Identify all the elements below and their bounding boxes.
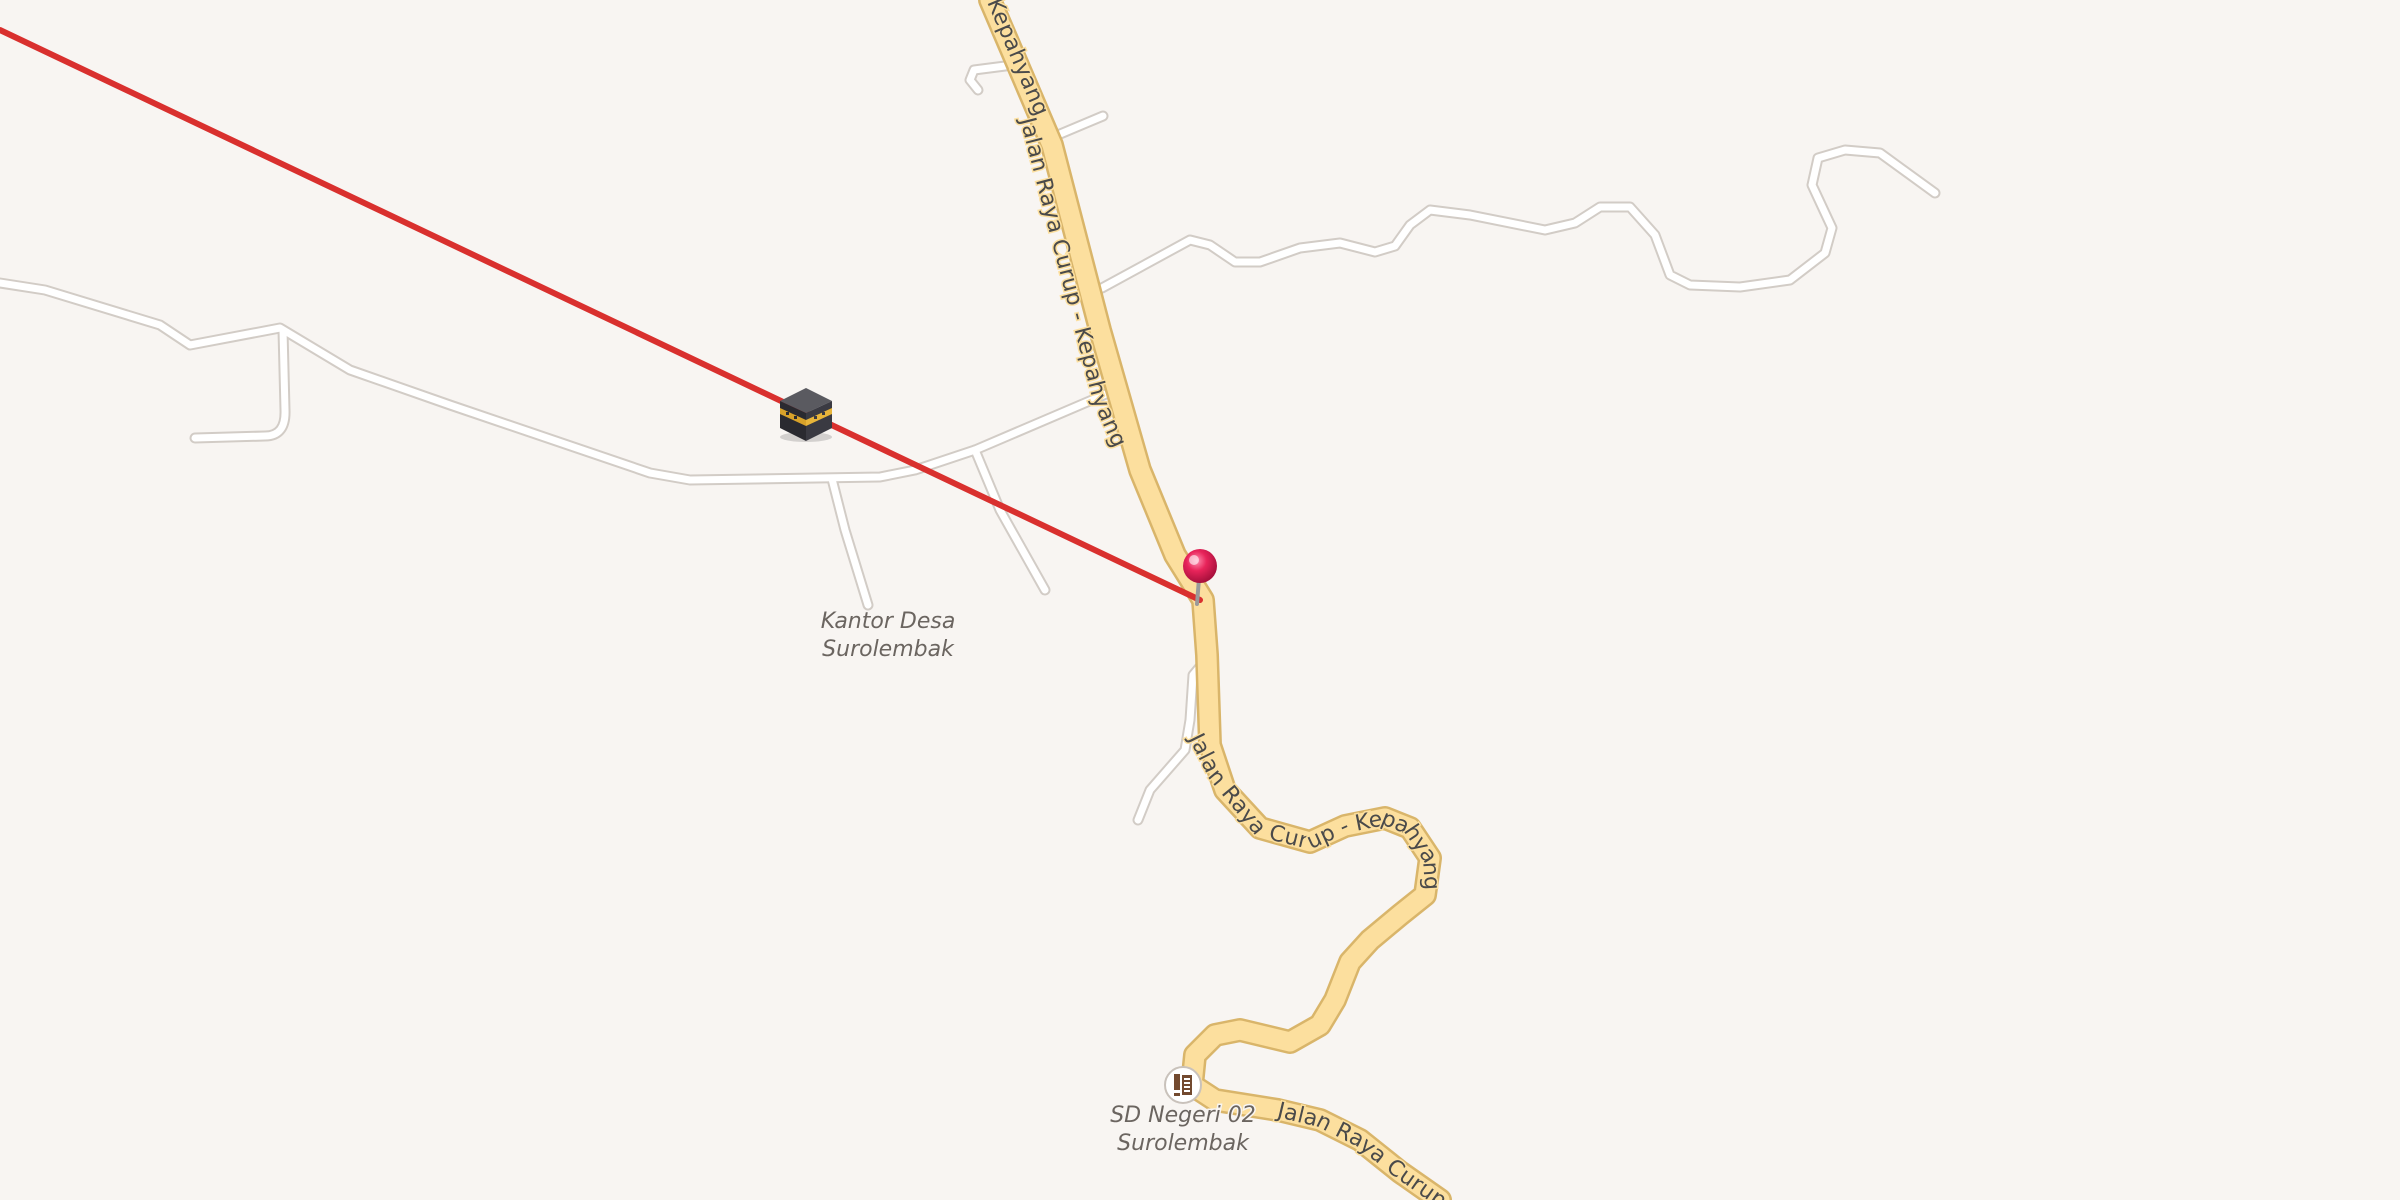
poi-kantor-desa-line2: Surolembak bbox=[822, 637, 955, 662]
qibla-direction-line bbox=[0, 27, 1203, 603]
road-label-top: Kepahyang bbox=[981, 0, 1053, 120]
poi-kantor-desa[interactable]: Kantor Desa Surolembak bbox=[819, 608, 957, 664]
poi-school-line1: SD Negeri 02 bbox=[1110, 1103, 1256, 1128]
kaaba-icon[interactable] bbox=[780, 388, 832, 442]
minor-roads bbox=[0, 59, 1941, 826]
road-labels: Kepahyang Jalan Raya Curup - Kepahyang J… bbox=[980, 0, 1453, 1200]
poi-kantor-desa-line1: Kantor Desa bbox=[821, 609, 956, 634]
poi-school-line2: Surolembak bbox=[1117, 1131, 1250, 1156]
school-icon bbox=[1164, 1066, 1202, 1104]
primary-road[interactable] bbox=[978, 0, 1452, 1200]
road-label-bottom: Jalan Raya Curup bbox=[1273, 1098, 1451, 1200]
map-canvas[interactable]: Kepahyang Jalan Raya Curup - Kepahyang J… bbox=[0, 0, 2400, 1200]
poi-school[interactable]: SD Negeri 02 Surolembak bbox=[1109, 1066, 1257, 1158]
